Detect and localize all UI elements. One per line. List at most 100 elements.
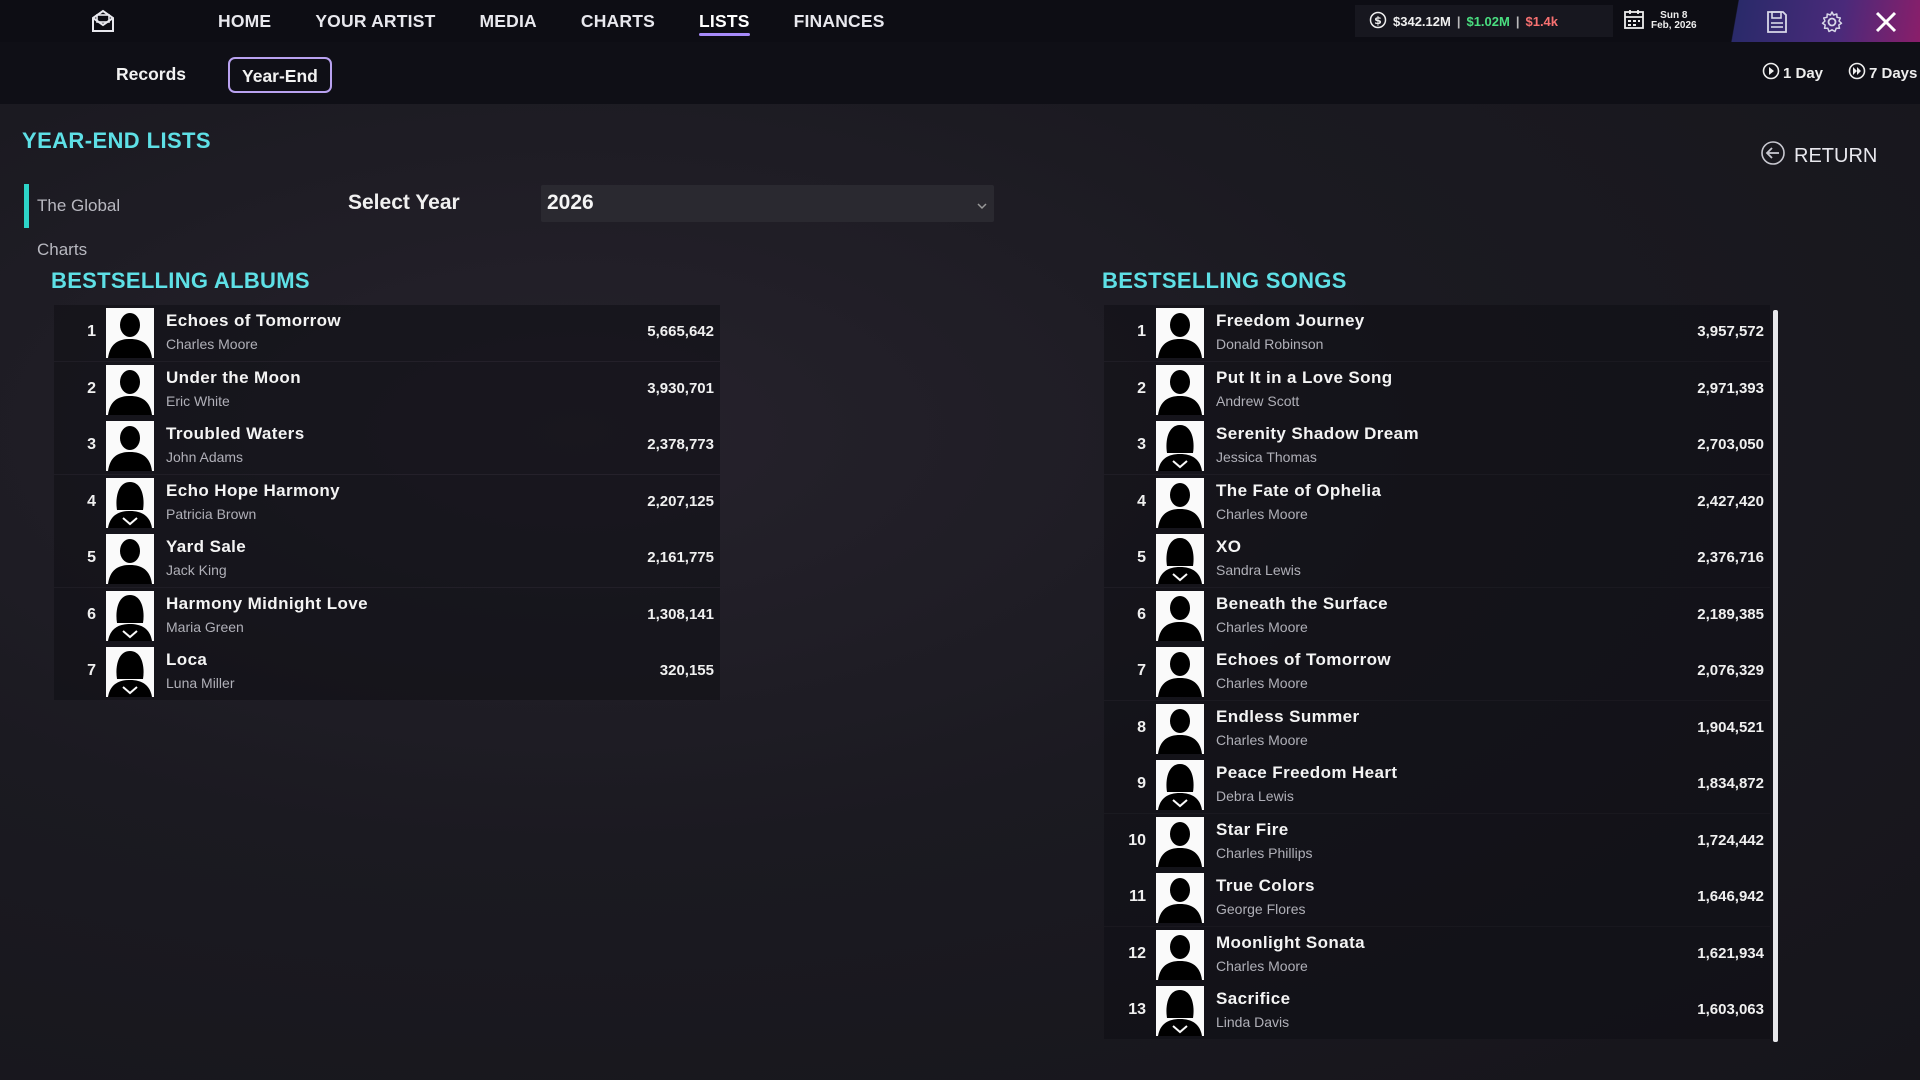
tab-year-end[interactable]: Year-End: [228, 57, 332, 93]
sub-navigation-bar: Records Year-End: [0, 42, 1920, 104]
tab-records[interactable]: Records: [104, 57, 198, 93]
rank-number: 1: [87, 323, 96, 340]
albums-list: 1 Echoes of Tomorrow Charles Moore 5,665,64…: [54, 305, 720, 700]
artist-name: Andrew Scott: [1216, 392, 1300, 409]
artist-avatar-icon: [106, 308, 154, 358]
artist-avatar-icon: [1156, 929, 1204, 980]
rank-number: 3: [1137, 436, 1146, 453]
sales-units: 3,957,572: [1697, 323, 1764, 340]
artist-name: Charles Moore: [1216, 675, 1308, 691]
mail-icon[interactable]: [88, 6, 118, 36]
tab-global-charts[interactable]: The Global Charts: [24, 184, 174, 259]
nav-finances[interactable]: FINANCES: [794, 0, 885, 42]
chevron-down-icon: [976, 197, 988, 215]
nav-lists[interactable]: LISTS: [699, 0, 750, 42]
artist-avatar-icon: [106, 590, 154, 641]
year-select-label: Select Year: [348, 191, 460, 214]
artist-name: Linda Davis: [1216, 1014, 1290, 1030]
sales-units: 2,971,393: [1697, 379, 1764, 397]
album-row[interactable]: 2 Under the Moon Eric White 3,930,701: [54, 361, 720, 418]
sales-units: 2,076,329: [1697, 662, 1764, 679]
speed-7-label: 7 Days: [1869, 64, 1918, 82]
album-row[interactable]: 7 Loca Luna Miller 320,155: [54, 644, 720, 700]
calendar-icon: [1623, 8, 1645, 35]
rank-number: 7: [87, 662, 96, 679]
album-row[interactable]: 1 Echoes of Tomorrow Charles Moore 5,665,64…: [54, 305, 720, 361]
album-row[interactable]: 6 Harmony Midnight Love Maria Green 1,308,1…: [54, 587, 720, 644]
return-button[interactable]: RETURN: [1760, 140, 1877, 172]
album-row[interactable]: 3 Troubled Waters John Adams 2,378,773: [54, 418, 720, 474]
artist-name: Maria Green: [166, 618, 244, 635]
gear-icon[interactable]: [1818, 8, 1846, 36]
rank-number: 4: [87, 492, 96, 510]
game-date[interactable]: Sun 8 Feb, 2026: [1623, 8, 1697, 34]
song-row[interactable]: 12 Moonlight Sonata Charles Moore 1,621,934: [1104, 926, 1770, 983]
back-arrow-icon: [1760, 140, 1786, 172]
advance-1-day-button[interactable]: 1 Day: [1762, 62, 1823, 84]
song-row[interactable]: 13 Sacrifice Linda Davis 1,603,063: [1104, 983, 1770, 1039]
artist-name: Jessica Thomas: [1216, 449, 1317, 465]
svg-text:$: $: [1374, 14, 1382, 27]
rank-number: 9: [1137, 775, 1146, 792]
rank-number: 4: [1137, 492, 1146, 510]
sales-units: 1,904,521: [1697, 718, 1764, 736]
songs-scrollbar[interactable]: [1773, 310, 1778, 1042]
song-title: Moonlight Sonata: [1216, 932, 1365, 952]
album-title: Loca: [166, 650, 208, 669]
albums-section-title: BESTSELLING ALBUMS: [51, 268, 310, 293]
artist-avatar-icon: [1156, 421, 1204, 471]
song-row[interactable]: 10 Star Fire Charles Phillips 1,724,442: [1104, 813, 1770, 870]
nav-your-artist[interactable]: YOUR ARTIST: [315, 0, 435, 42]
sales-units: 2,427,420: [1697, 492, 1764, 510]
artist-avatar-icon: [106, 477, 154, 528]
album-row[interactable]: 5 Yard Sale Jack King 2,161,775: [54, 531, 720, 587]
nav-home[interactable]: HOME: [218, 0, 271, 42]
song-title: Star Fire: [1216, 819, 1289, 839]
artist-avatar-icon: [1156, 816, 1204, 867]
song-row[interactable]: 1 Freedom Journey Donald Robinson 3,957,572: [1104, 305, 1770, 361]
artist-name: George Flores: [1216, 901, 1306, 917]
close-icon[interactable]: [1872, 8, 1900, 36]
song-row[interactable]: 7 Echoes of Tomorrow Charles Moore 2,076,32…: [1104, 644, 1770, 700]
album-row[interactable]: 4 Echo Hope Harmony Patricia Brown 2,207,12…: [54, 474, 720, 531]
artist-avatar-icon: [1156, 986, 1204, 1036]
expense-value: $1.4k: [1525, 13, 1559, 29]
artist-name: Charles Moore: [1216, 731, 1308, 748]
finance-summary[interactable]: $ $342.12M | $1.02M | $1.4k: [1355, 5, 1613, 37]
song-row[interactable]: 11 True Colors George Flores 1,646,942: [1104, 870, 1770, 926]
artist-avatar-icon: [1156, 308, 1204, 358]
fast-forward-icon: [1848, 62, 1866, 84]
sales-units: 5,665,642: [647, 323, 714, 340]
song-row[interactable]: 9 Peace Freedom Heart Debra Lewis 1,834,872: [1104, 757, 1770, 813]
rank-number: 10: [1128, 831, 1146, 849]
artist-name: Jack King: [166, 562, 227, 578]
song-row[interactable]: 3 Serenity Shadow Dream Jessica Thomas 2,70…: [1104, 418, 1770, 474]
clock-icon: [1762, 62, 1780, 84]
song-title: True Colors: [1216, 876, 1315, 895]
song-title: Beneath the Surface: [1216, 593, 1388, 613]
artist-avatar-icon: [1156, 760, 1204, 810]
advance-7-days-button[interactable]: 7 Days: [1848, 62, 1917, 84]
song-row[interactable]: 6 Beneath the Surface Charles Moore 2,189,3…: [1104, 587, 1770, 644]
save-icon[interactable]: [1763, 8, 1791, 36]
nav-media[interactable]: MEDIA: [479, 0, 536, 42]
song-row[interactable]: 2 Put It in a Love Song Andrew Scott 2,971,…: [1104, 361, 1770, 418]
year-select-dropdown[interactable]: 2026: [541, 185, 994, 222]
song-row[interactable]: 4 The Fate of Ophelia Charles Moore 2,427,4…: [1104, 474, 1770, 531]
song-title: XO: [1216, 537, 1242, 556]
nav-charts[interactable]: CHARTS: [581, 0, 655, 42]
rank-number: 3: [87, 436, 96, 453]
rank-number: 2: [87, 379, 96, 397]
song-row[interactable]: 5 XO Sandra Lewis 2,376,716: [1104, 531, 1770, 587]
balance-value: $342.12M: [1393, 13, 1451, 29]
sales-units: 320,155: [659, 662, 714, 679]
date-month-year: Feb, 2026: [1651, 20, 1697, 31]
songs-section-title: BESTSELLING SONGS: [1102, 268, 1347, 293]
artist-name: Charles Moore: [166, 336, 258, 352]
artist-name: Charles Moore: [1216, 957, 1308, 974]
sales-units: 1,603,063: [1697, 1001, 1764, 1018]
song-title: Put It in a Love Song: [1216, 367, 1393, 387]
song-row[interactable]: 8 Endless Summer Charles Moore 1,904,521: [1104, 700, 1770, 757]
year-select-value: 2026: [547, 191, 594, 214]
artist-name: Charles Moore: [1216, 505, 1308, 522]
